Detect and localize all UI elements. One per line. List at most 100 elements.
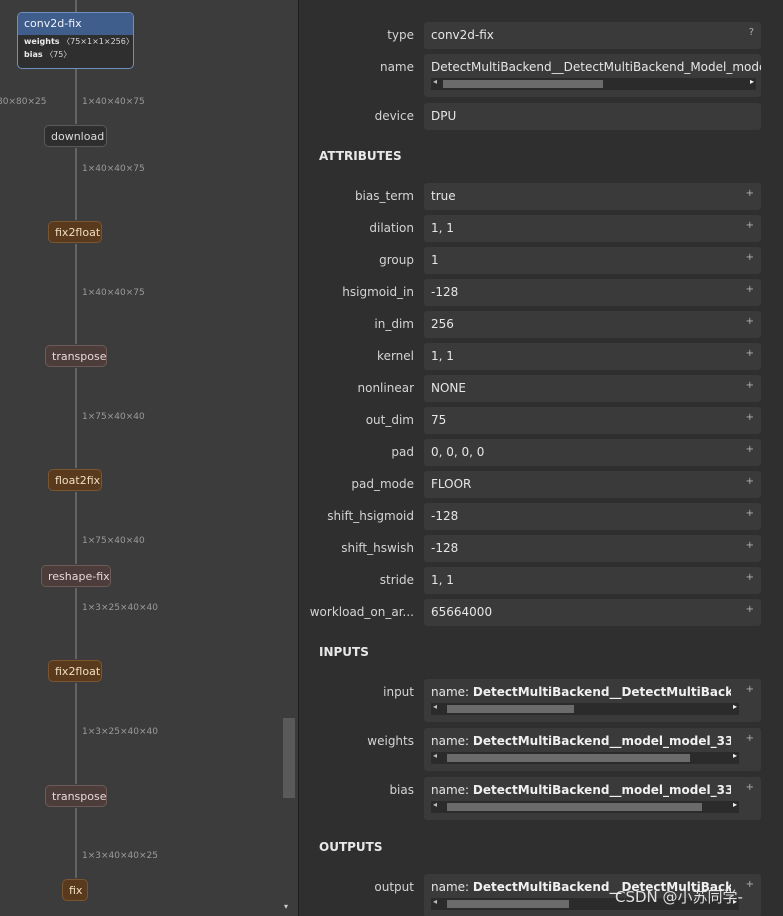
node-fix[interactable]: fix — [62, 879, 88, 901]
attr-text: NONE — [431, 381, 466, 395]
expand-button[interactable]: + — [746, 604, 754, 615]
section-outputs: OUTPUTS — [319, 840, 383, 854]
horizontal-scrollbar[interactable]: ◂ ▸ — [431, 800, 739, 813]
expand-button[interactable]: + — [746, 316, 754, 327]
expand-button[interactable]: + — [746, 540, 754, 551]
section-inputs: INPUTS — [319, 645, 369, 659]
attr-value: FLOOR + — [424, 471, 761, 498]
prop-label-device: device — [374, 109, 414, 123]
expand-button[interactable]: + — [746, 188, 754, 199]
inputs-label: bias — [389, 783, 414, 797]
expand-button[interactable]: + — [746, 380, 754, 391]
attr-text: 1, 1 — [431, 221, 454, 235]
edge-label: 1×40×40×75 — [82, 97, 145, 107]
prop-label-type: type — [387, 28, 414, 42]
expand-button[interactable]: + — [746, 252, 754, 263]
attr-value: -128 + — [424, 503, 761, 530]
node-transpose[interactable]: transpose — [45, 785, 107, 807]
scrollbar-thumb[interactable] — [447, 900, 569, 908]
node-attr-bias: bias 〈75〉 — [18, 48, 133, 61]
expand-button[interactable]: + — [746, 733, 754, 744]
section-attributes: ATTRIBUTES — [319, 149, 402, 163]
expand-button[interactable]: + — [746, 444, 754, 455]
scroll-right-arrow-icon[interactable]: ▸ — [733, 800, 737, 809]
node-transpose[interactable]: transpose — [45, 345, 107, 367]
io-prefix: name: — [431, 880, 473, 894]
attr-label: dilation — [369, 221, 414, 235]
node-conv2d-fix[interactable]: conv2d-fix weights 〈75×1×1×256〉 bias 〈75… — [17, 12, 134, 69]
io-text: name: DetectMultiBackend__DetectMultiBac… — [431, 685, 731, 699]
node-fix2float[interactable]: fix2float — [48, 221, 102, 243]
attr-text: -128 — [431, 509, 459, 523]
attr-value: 1, 1 + — [424, 343, 761, 370]
attr-value: 65664000 + — [424, 599, 761, 626]
horizontal-scrollbar[interactable]: ◂ ▸ — [431, 77, 756, 90]
help-button[interactable]: ? — [749, 27, 754, 38]
attr-value: true + — [424, 183, 761, 210]
scroll-left-arrow-icon[interactable]: ◂ — [433, 77, 437, 86]
node-float2fix[interactable]: float2fix — [48, 469, 102, 491]
scroll-left-arrow-icon[interactable]: ◂ — [433, 751, 437, 760]
attr-value: 1, 1 + — [424, 215, 761, 242]
attr-text: 0, 0, 0, 0 — [431, 445, 485, 459]
expand-button[interactable]: + — [746, 476, 754, 487]
horizontal-scrollbar[interactable]: ◂ ▸ — [431, 702, 739, 715]
node-download[interactable]: download — [44, 125, 107, 147]
scrollbar-thumb[interactable] — [447, 754, 690, 762]
scrollbar-thumb[interactable] — [447, 705, 574, 713]
expand-button[interactable]: + — [746, 284, 754, 295]
io-name: DetectMultiBackend__model_model_33_m_1_b… — [472, 783, 731, 797]
prop-label-name: name — [379, 60, 414, 74]
expand-button[interactable]: + — [746, 412, 754, 423]
scroll-down-arrow-icon[interactable]: ▾ — [284, 902, 288, 911]
expand-button[interactable]: + — [746, 879, 754, 890]
attr-label: shift_hswish — [341, 541, 414, 555]
attr-label: shift_hsigmoid — [327, 509, 414, 523]
attr-label: bias_term — [354, 189, 414, 203]
node-fix2float[interactable]: fix2float — [48, 660, 102, 682]
expand-button[interactable]: + — [746, 684, 754, 695]
scrollbar-thumb[interactable] — [447, 803, 702, 811]
horizontal-scrollbar[interactable]: ◂ ▸ — [431, 751, 739, 764]
edge-label: 1×75×40×40 — [82, 412, 145, 422]
node-reshape-fix[interactable]: reshape-fix — [41, 565, 111, 587]
attr-label: kernel — [377, 349, 414, 363]
attr-label: pad — [391, 445, 414, 459]
attr-label: nonlinear — [357, 381, 415, 395]
scroll-right-arrow-icon[interactable]: ▸ — [733, 751, 737, 760]
expand-button[interactable]: + — [746, 572, 754, 583]
outputs-label: output — [374, 880, 414, 894]
scrollbar-thumb[interactable] — [443, 80, 603, 88]
expand-button[interactable]: + — [746, 782, 754, 793]
attr-label: pad_mode — [351, 477, 414, 491]
prop-value-name: DetectMultiBackend__DetectMultiBackend_M… — [424, 54, 761, 97]
attr-value: 1, 1 + — [424, 567, 761, 594]
graph-canvas[interactable]: conv2d-fix weights 〈75×1×1×256〉 bias 〈75… — [0, 0, 298, 916]
properties-panel: type conv2d-fix ? name DetectMultiBacken… — [298, 0, 783, 916]
scroll-left-arrow-icon[interactable]: ◂ — [433, 897, 437, 906]
attr-text: -128 — [431, 285, 459, 299]
node-attr-key: weights — [24, 37, 60, 46]
scroll-right-arrow-icon[interactable]: ▸ — [750, 77, 754, 86]
graph-scrollbar-thumb[interactable] — [283, 718, 295, 798]
attr-value: 1 + — [424, 247, 761, 274]
inputs-value: name: DetectMultiBackend__model_model_33… — [424, 777, 761, 820]
attr-label: stride — [379, 573, 414, 587]
io-text: name: DetectMultiBackend__model_model_33… — [431, 734, 731, 748]
attr-label: group — [379, 253, 414, 267]
edge-label: 1×40×40×75 — [82, 288, 145, 298]
attr-value: -128 + — [424, 279, 761, 306]
attr-text: 1, 1 — [431, 573, 454, 587]
attr-label: out_dim — [365, 413, 414, 427]
scroll-left-arrow-icon[interactable]: ◂ — [433, 702, 437, 711]
edge-label: 1×40×40×75 — [82, 164, 145, 174]
attr-text: 1, 1 — [431, 349, 454, 363]
scroll-left-arrow-icon[interactable]: ◂ — [433, 800, 437, 809]
attr-text: -128 — [431, 541, 459, 555]
attr-text: 75 — [431, 413, 447, 427]
expand-button[interactable]: + — [746, 220, 754, 231]
scroll-right-arrow-icon[interactable]: ▸ — [733, 702, 737, 711]
attr-text: 256 — [431, 317, 454, 331]
expand-button[interactable]: + — [746, 348, 754, 359]
expand-button[interactable]: + — [746, 508, 754, 519]
